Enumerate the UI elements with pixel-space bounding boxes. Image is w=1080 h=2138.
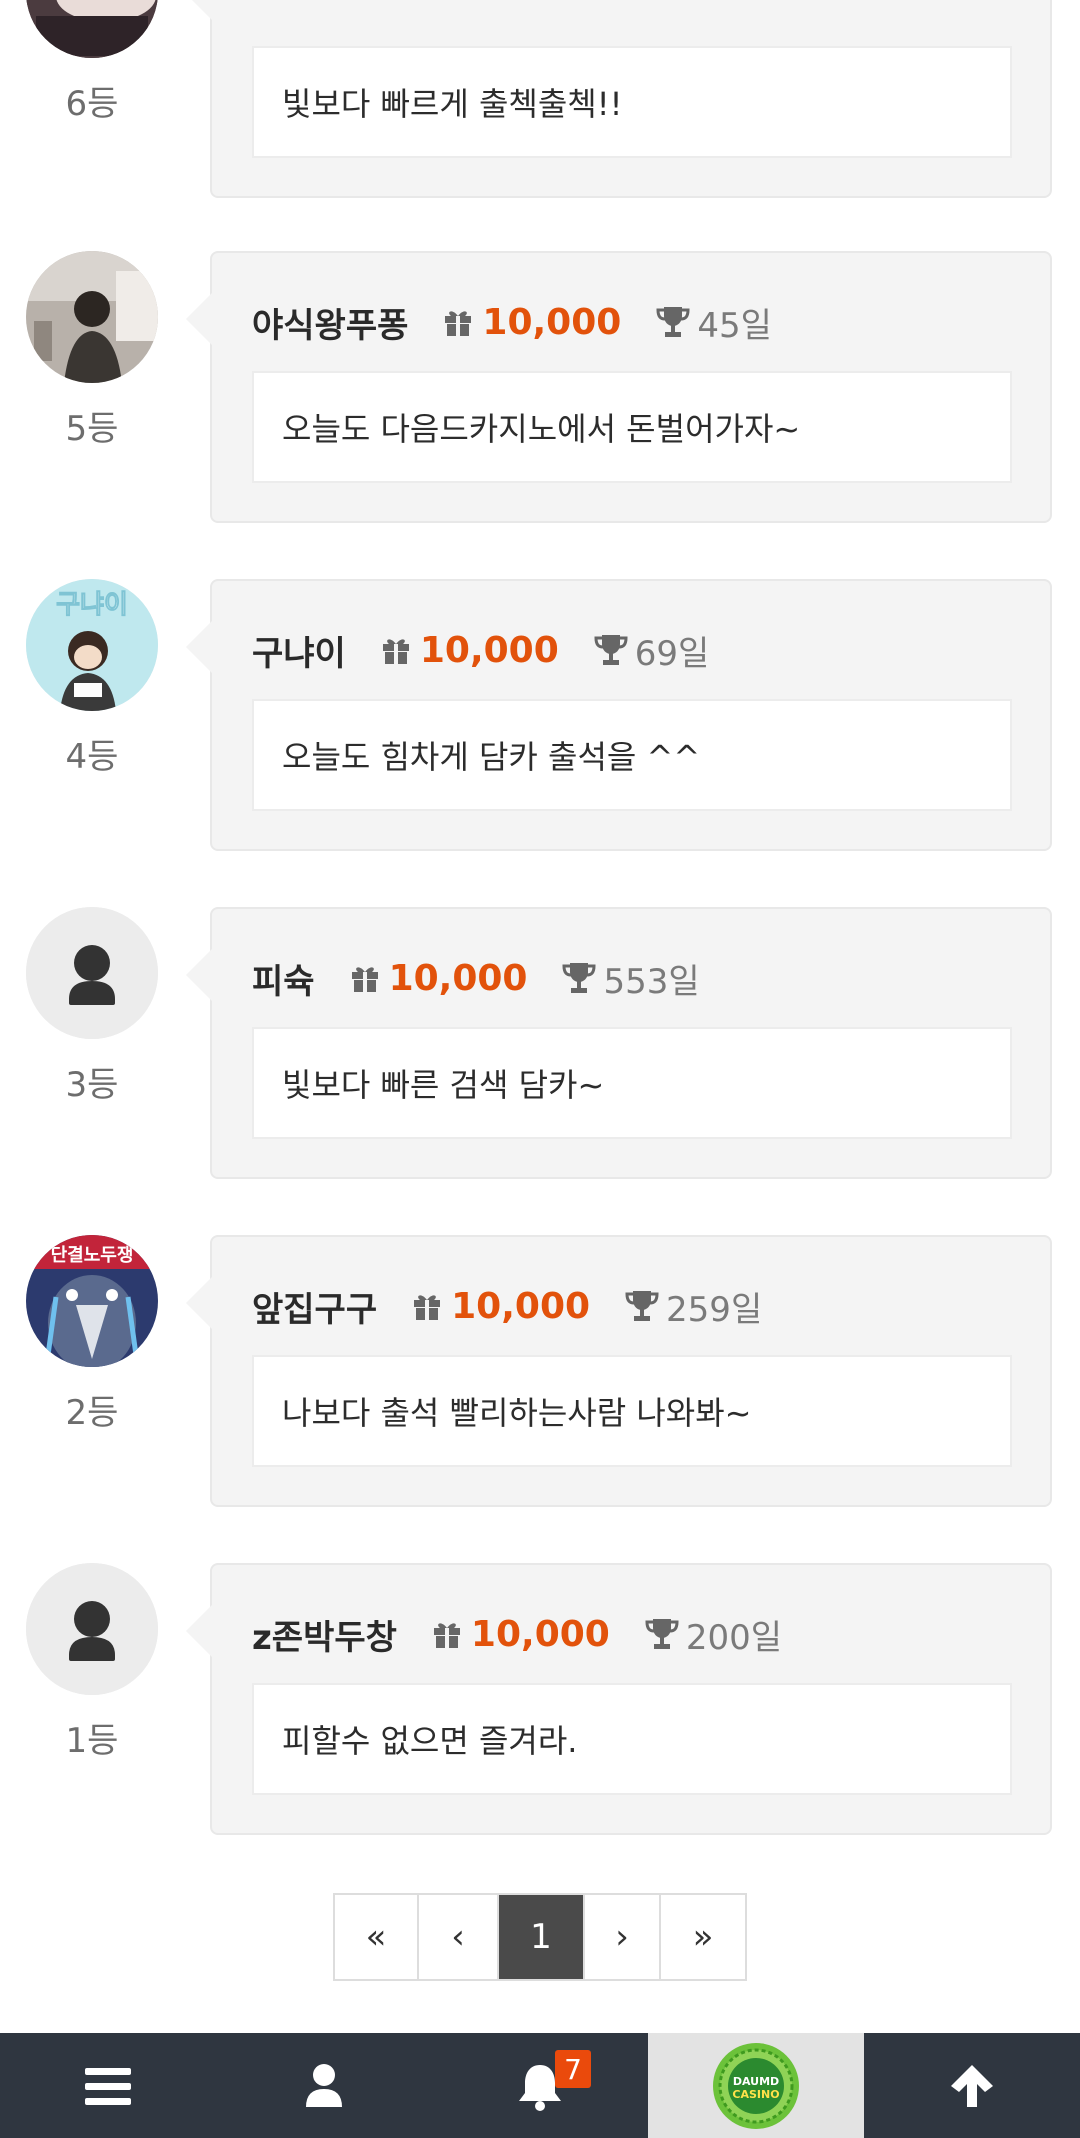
trophy-icon — [594, 635, 628, 665]
pagination: « ‹ 1 › » — [333, 1893, 747, 1981]
trophy-icon — [645, 1619, 679, 1649]
bottom-nav-bar: 7 DAUMD CASINO — [0, 2033, 1080, 2138]
avatar-cartoon-icon: 구냐이 — [26, 579, 158, 711]
avatar-caption: 구냐이 — [56, 590, 128, 620]
comment-meta: 앞집구구 10,000 259일 — [252, 1281, 762, 1331]
notification-count-badge: 7 — [555, 2050, 591, 2088]
list-item: 단결노두쟁 2등 앞집구구 10,000 259일 나보다 출석 빨리하는사람 … — [0, 1235, 1080, 1511]
comment-meta: 야식왕푸퐁 10,000 45일 — [252, 297, 772, 347]
nickname[interactable]: 구냐이 — [252, 626, 346, 675]
trophy-icon — [656, 307, 690, 337]
comment-card: 빛보다 빠르게 출첵출첵!! — [186, 0, 1052, 198]
svg-text:DAUMD: DAUMD — [733, 2075, 779, 2088]
list-item: 6등 빛보다 빠르게 출첵출첵!! — [0, 0, 1080, 202]
gift-icon — [433, 1623, 460, 1648]
comment-message: 오늘도 힘차게 담카 출석을 ^^ — [252, 699, 1012, 811]
arrow-up-icon — [951, 2064, 993, 2107]
next-page-button[interactable]: › — [585, 1895, 661, 1979]
rank-label: 4등 — [65, 737, 119, 777]
comment-message: 빛보다 빠른 검색 담카~ — [252, 1027, 1012, 1139]
rank-label: 6등 — [65, 84, 119, 124]
attendance-days: 200일 — [685, 1617, 783, 1658]
points-value: 10,000 — [451, 1285, 591, 1327]
comment-card: z존박두창 10,000 200일 피할수 없으면 즐겨라. — [186, 1563, 1052, 1835]
avatar[interactable] — [26, 251, 158, 383]
comment-message: 피할수 없으면 즐겨라. — [252, 1683, 1012, 1795]
trophy-icon — [562, 963, 596, 993]
casino-logo: DAUMD CASINO — [713, 2042, 799, 2129]
list-item: 3등 피슉 10,000 553일 빛보다 빠른 검색 담카~ — [0, 907, 1080, 1183]
avatar[interactable] — [26, 1563, 158, 1695]
menu-button[interactable] — [0, 2033, 216, 2138]
nickname[interactable]: 피슉 — [252, 954, 315, 1003]
rank-label: 3등 — [65, 1065, 119, 1105]
nickname[interactable]: 앞집구구 — [252, 1282, 377, 1331]
rank-label: 2등 — [65, 1393, 119, 1433]
rank-label: 5등 — [65, 409, 119, 449]
attendance-days: 69일 — [634, 633, 710, 674]
notification-button[interactable]: 7 — [432, 2033, 648, 2138]
gift-icon — [414, 1295, 441, 1320]
trophy-icon — [625, 1291, 659, 1321]
nickname[interactable]: 야식왕푸퐁 — [252, 298, 408, 347]
user-icon — [306, 2063, 342, 2107]
default-user-icon — [26, 907, 158, 1039]
points-value: 10,000 — [388, 957, 528, 999]
attendance-days: 553일 — [603, 961, 700, 1002]
attendance-days: 45일 — [697, 305, 772, 346]
comment-card: 야식왕푸퐁 10,000 45일 오늘도 다음드카지노에서 돈벌어가자~ — [186, 251, 1052, 523]
avatar[interactable] — [26, 907, 158, 1039]
comment-message: 오늘도 다음드카지노에서 돈벌어가자~ — [252, 371, 1012, 483]
gift-icon — [382, 639, 409, 664]
comment-message: 나보다 출석 빨리하는사람 나와봐~ — [252, 1355, 1012, 1467]
avatar[interactable]: 구냐이 — [26, 579, 158, 711]
user-button[interactable] — [216, 2033, 432, 2138]
last-page-button[interactable]: » — [661, 1895, 745, 1979]
list-item: 5등 야식왕푸퐁 10,000 45일 오늘도 다음드카지노에서 돈벌어가자~ — [0, 251, 1080, 527]
comment-meta: z존박두창 10,000 200일 — [252, 1609, 782, 1659]
comment-meta: 피슉 10,000 553일 — [252, 953, 700, 1003]
attendance-days: 259일 — [666, 1289, 763, 1330]
avatar[interactable]: 단결노두쟁 — [26, 1235, 158, 1367]
nickname[interactable]: z존박두창 — [252, 1610, 397, 1659]
avatar[interactable] — [26, 0, 158, 58]
default-user-icon — [26, 1563, 158, 1695]
avatar-photo-icon — [26, 251, 158, 383]
list-item: 1등 z존박두창 10,000 200일 피할수 없으면 즐겨라. — [0, 1563, 1080, 1839]
current-page-button[interactable]: 1 — [499, 1895, 585, 1979]
points-value: 10,000 — [482, 301, 622, 343]
avatar-photo-icon — [26, 0, 158, 58]
avatar-caption: 단결노두쟁 — [51, 1245, 134, 1266]
attendance-page: 6등 빛보다 빠르게 출첵출첵!! 5등 야식왕푸퐁 10,000 45일 오늘… — [0, 0, 1080, 2138]
home-logo-button[interactable]: DAUMD CASINO — [648, 2033, 864, 2138]
list-item: 구냐이 4등 구냐이 10,000 69일 오늘도 힘차게 담카 출석을 ^^ — [0, 579, 1080, 855]
avatar-penguin-icon: 단결노두쟁 — [26, 1235, 158, 1367]
rank-label: 1등 — [65, 1721, 119, 1761]
comment-message: 빛보다 빠르게 출첵출첵!! — [252, 46, 1012, 158]
svg-text:CASINO: CASINO — [732, 2088, 779, 2101]
scroll-top-button[interactable] — [864, 2033, 1080, 2138]
points-value: 10,000 — [470, 1613, 610, 1655]
gift-icon — [351, 967, 378, 992]
comment-card: 앞집구구 10,000 259일 나보다 출석 빨리하는사람 나와봐~ — [186, 1235, 1052, 1507]
first-page-button[interactable]: « — [335, 1895, 419, 1979]
comment-card: 피슉 10,000 553일 빛보다 빠른 검색 담카~ — [186, 907, 1052, 1179]
gift-icon — [445, 311, 472, 336]
menu-icon — [85, 2067, 131, 2105]
points-value: 10,000 — [419, 629, 559, 671]
comment-card: 구냐이 10,000 69일 오늘도 힘차게 담카 출석을 ^^ — [186, 579, 1052, 851]
prev-page-button[interactable]: ‹ — [419, 1895, 499, 1979]
comment-meta: 구냐이 10,000 69일 — [252, 625, 709, 675]
